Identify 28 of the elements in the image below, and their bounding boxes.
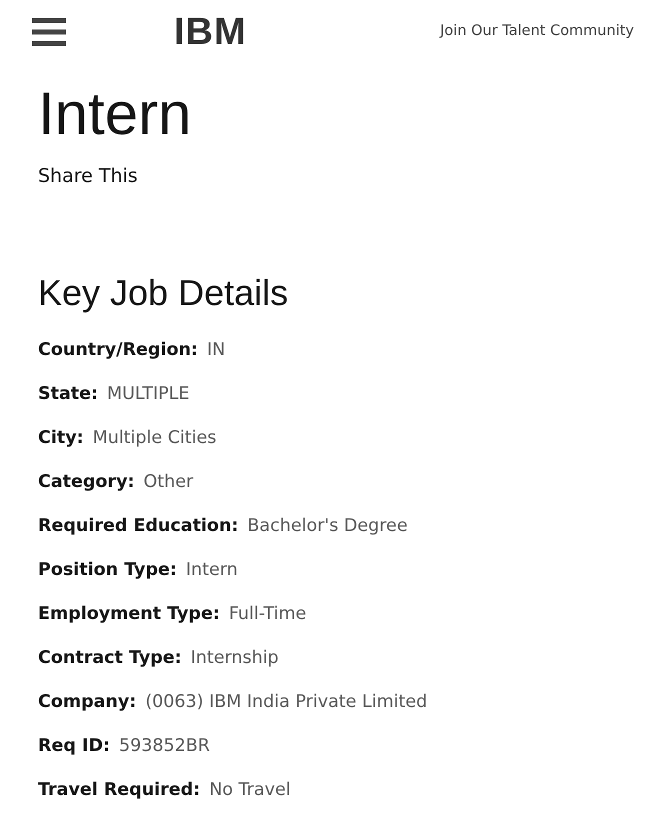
- detail-value: Other: [143, 470, 194, 494]
- detail-label: Employment Type:: [38, 602, 220, 626]
- menu-icon[interactable]: [32, 18, 66, 46]
- detail-value: Full-Time: [228, 602, 306, 626]
- detail-label: Country/Region:: [38, 338, 198, 362]
- detail-value: No Travel: [209, 778, 291, 802]
- detail-value: IN: [206, 338, 226, 362]
- talent-community-link[interactable]: Join Our Talent Community: [440, 21, 634, 43]
- detail-label: Company:: [38, 690, 136, 714]
- detail-value: (0063) IBM India Private Limited: [145, 690, 428, 714]
- detail-label: Category:: [38, 470, 134, 494]
- detail-value: Internship: [190, 646, 279, 670]
- detail-label: Position Type:: [38, 558, 177, 582]
- detail-label: State:: [38, 382, 98, 406]
- detail-label: Required Education:: [38, 514, 238, 538]
- job-title: Intern: [38, 84, 192, 144]
- section-heading: Key Job Details: [38, 274, 290, 310]
- detail-value: 593852BR: [119, 734, 210, 758]
- detail-label: Contract Type:: [38, 646, 182, 670]
- detail-value: Intern: [186, 558, 238, 582]
- share-link[interactable]: Share This: [38, 162, 614, 190]
- detail-value: Bachelor's Degree: [247, 514, 408, 538]
- detail-label: Req ID:: [38, 734, 110, 758]
- detail-value: MULTIPLE: [107, 382, 190, 406]
- detail-label: Travel Required:: [38, 778, 200, 802]
- detail-label: City:: [38, 426, 84, 450]
- logo[interactable]: IBM: [174, 13, 247, 51]
- detail-value: Multiple Cities: [92, 426, 216, 450]
